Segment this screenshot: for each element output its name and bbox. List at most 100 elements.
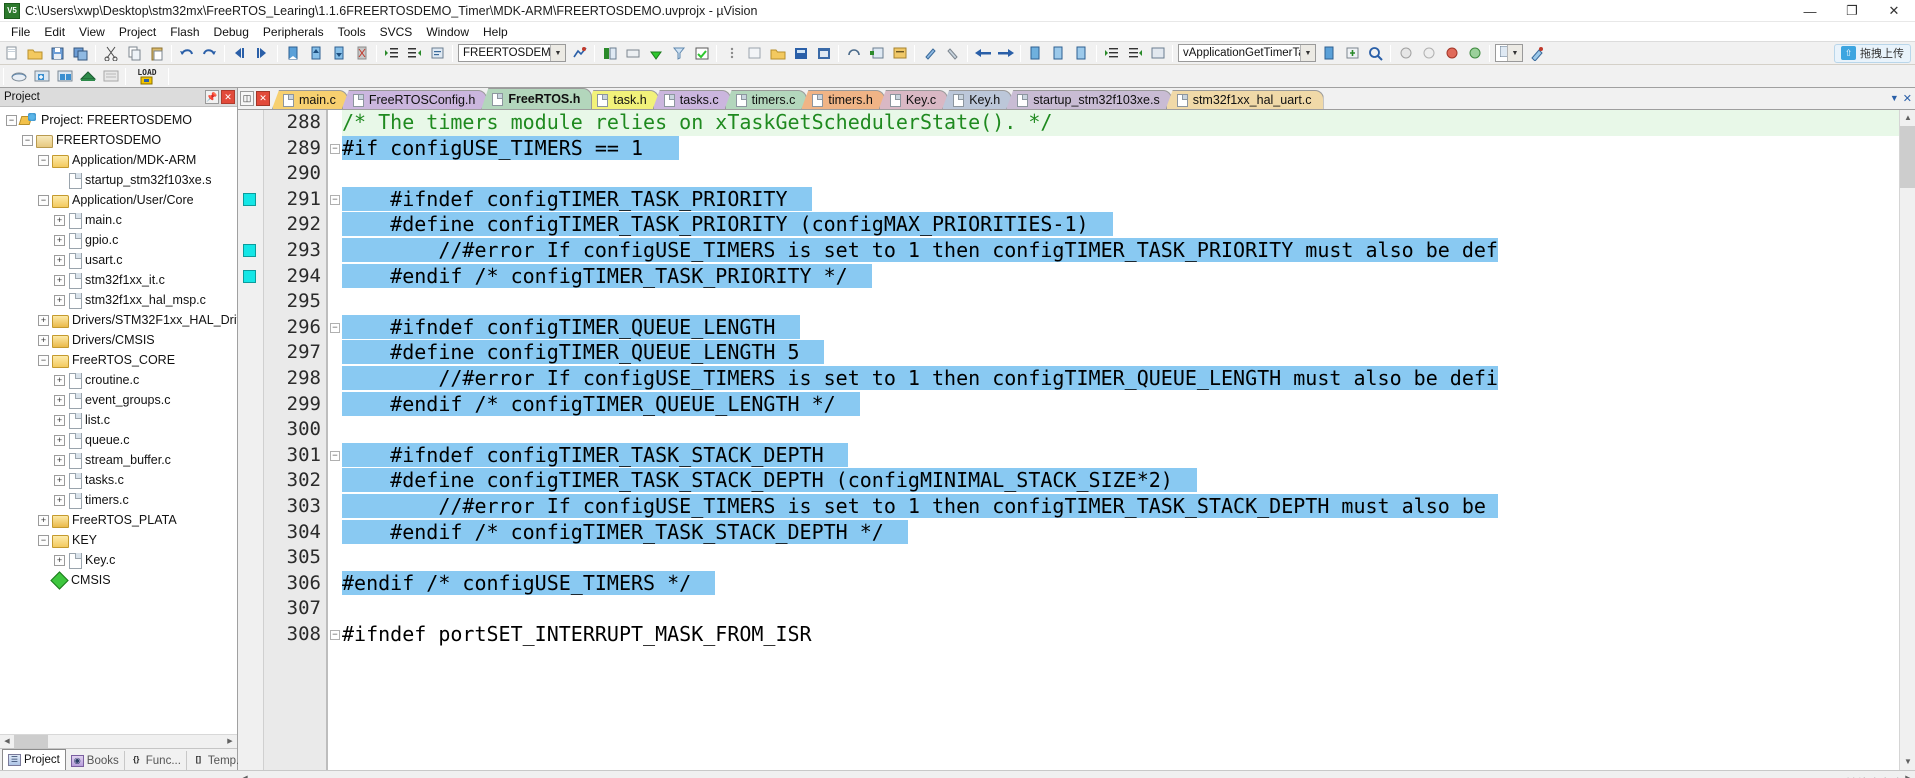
code-line[interactable]: //#error If configUSE_TIMERS is set to 1… xyxy=(342,237,1899,264)
pencil-icon[interactable] xyxy=(919,43,940,63)
indent-block-icon[interactable] xyxy=(1101,43,1122,63)
expand-toggle-icon[interactable]: + xyxy=(54,274,65,286)
tree-item[interactable]: + stream_buffer.c xyxy=(0,450,237,470)
cut-icon[interactable] xyxy=(100,43,121,63)
editor-tab-key-c[interactable]: Key.c xyxy=(878,90,949,109)
editor-tab-main-c[interactable]: main.c xyxy=(272,90,348,109)
disable-breakpoint-icon[interactable] xyxy=(1441,43,1462,63)
collapse-toggle-icon[interactable]: − xyxy=(38,354,49,366)
scroll-up-icon[interactable]: ▲ xyxy=(1900,110,1915,126)
tree-item[interactable]: − Application/User/Core xyxy=(0,190,237,210)
functions-icon[interactable] xyxy=(889,43,910,63)
tree-item[interactable]: + usart.c xyxy=(0,250,237,270)
pin-icon[interactable]: 📌 xyxy=(205,90,219,104)
code-editor[interactable]: 288 289 290 291 292 293 294 295 296 297 298 299 300 3… xyxy=(238,110,1915,770)
editor-tab-tasks-c[interactable]: tasks.c xyxy=(652,90,731,109)
fold-collapse-icon[interactable]: − xyxy=(330,630,340,640)
circle-icon[interactable] xyxy=(1418,43,1439,63)
breakpoint-marker-icon[interactable] xyxy=(243,269,256,283)
tree-item[interactable]: − FreeRTOS_CORE xyxy=(0,350,237,370)
stop-build-icon[interactable] xyxy=(77,66,98,86)
new-window-icon[interactable] xyxy=(744,43,765,63)
pack-installer-icon[interactable] xyxy=(813,43,834,63)
tree-item[interactable]: − FREERTOSDEMO xyxy=(0,130,237,150)
download-icon[interactable] xyxy=(645,43,666,63)
menu-svcs[interactable]: SVCS xyxy=(373,23,420,41)
comment-icon[interactable] xyxy=(427,43,448,63)
collapse-toggle-icon[interactable]: − xyxy=(22,134,33,146)
collapse-toggle-icon[interactable]: − xyxy=(38,534,49,546)
expand-toggle-icon[interactable]: + xyxy=(38,334,49,346)
editor-tab-timers-c[interactable]: timers.c xyxy=(724,90,808,109)
code-line[interactable]: #endif /* configTIMER_TASK_PRIORITY */ xyxy=(342,263,1899,290)
expand-toggle-icon[interactable]: + xyxy=(54,474,65,486)
split-icon[interactable]: ◫ xyxy=(240,90,254,106)
translate-icon[interactable] xyxy=(100,66,121,86)
tree-item[interactable]: + croutine.c xyxy=(0,370,237,390)
bookmark-prev-icon[interactable] xyxy=(305,43,326,63)
code-line[interactable]: #ifndef configTIMER_TASK_STACK_DEPTH xyxy=(342,442,1899,469)
code-line[interactable]: #ifndef configTIMER_QUEUE_LENGTH xyxy=(342,314,1899,341)
code-line[interactable]: #define configTIMER_TASK_PRIORITY (confi… xyxy=(342,212,1899,238)
tree-item[interactable]: + main.c xyxy=(0,210,237,230)
expand-toggle-icon[interactable]: + xyxy=(54,234,65,246)
bookmark-set-icon[interactable] xyxy=(1319,43,1340,63)
expand-toggle-icon[interactable]: + xyxy=(54,454,65,466)
configure-icon[interactable] xyxy=(1526,43,1547,63)
editor-tab-stm32f1xx_hal_uart-c[interactable]: stm32f1xx_hal_uart.c xyxy=(1165,90,1324,109)
scroll-track[interactable] xyxy=(252,771,1901,778)
menu-help[interactable]: Help xyxy=(476,23,515,41)
upload-badge[interactable]: ⇧ 拖拽上传 xyxy=(1834,43,1911,63)
fold-collapse-icon[interactable]: − xyxy=(330,322,340,333)
editor-tab-freertos-h[interactable]: FreeRTOS.h xyxy=(481,88,593,109)
code-line[interactable]: #ifndef configTIMER_TASK_PRIORITY xyxy=(342,186,1899,213)
tree-item[interactable]: + stm32f1xx_hal_msp.c xyxy=(0,290,237,310)
open-project-icon[interactable] xyxy=(767,43,788,63)
scroll-right-icon[interactable]: ▶ xyxy=(223,735,237,748)
code-line[interactable]: #if configUSE_TIMERS == 1 xyxy=(342,135,1899,162)
close-tab-icon[interactable]: ✕ xyxy=(256,90,270,106)
rebuild-all-icon[interactable] xyxy=(31,66,52,86)
close-button[interactable]: ✕ xyxy=(1873,0,1915,22)
editor-tab-key-h[interactable]: Key.h xyxy=(942,90,1013,109)
tree-item[interactable]: + stm32f1xx_it.c xyxy=(0,270,237,290)
tree-item[interactable]: + gpio.c xyxy=(0,230,237,250)
expand-toggle-icon[interactable]: + xyxy=(54,294,65,306)
collapse-toggle-icon[interactable]: − xyxy=(38,194,49,206)
navigate-back-icon[interactable] xyxy=(229,43,250,63)
project-tab-project[interactable]: ☰ Project xyxy=(2,749,66,770)
close-icon[interactable]: ✕ xyxy=(1903,92,1912,105)
paste-icon[interactable] xyxy=(146,43,167,63)
stop-icon[interactable] xyxy=(1395,43,1416,63)
expand-toggle-icon[interactable]: + xyxy=(54,374,65,386)
code-line[interactable]: #endif /* configUSE_TIMERS */ xyxy=(342,570,1899,597)
build-target-icon[interactable] xyxy=(8,66,29,86)
redo-icon[interactable] xyxy=(199,43,220,63)
editor-tab-startup_stm32f103xe-s[interactable]: startup_stm32f103xe.s xyxy=(1006,90,1172,109)
build-icon[interactable] xyxy=(599,43,620,63)
code-line[interactable]: #ifndef portSET_INTERRUPT_MASK_FROM_ISR xyxy=(342,622,1899,648)
tree-item[interactable]: + Drivers/CMSIS xyxy=(0,330,237,350)
scroll-left-icon[interactable]: ◀ xyxy=(238,771,252,778)
project-tab-func[interactable]: {} Func... xyxy=(125,751,187,770)
code-line[interactable] xyxy=(342,161,1899,187)
menu-window[interactable]: Window xyxy=(419,23,476,41)
filter-icon[interactable] xyxy=(668,43,689,63)
expand-toggle-icon[interactable]: + xyxy=(54,414,65,426)
pencil-alt-icon[interactable] xyxy=(942,43,963,63)
code-folding-gutter[interactable]: − − − − − xyxy=(328,110,342,770)
menu-edit[interactable]: Edit xyxy=(37,23,72,41)
expand-toggle-icon[interactable]: + xyxy=(54,394,65,406)
menu-tools[interactable]: Tools xyxy=(331,23,373,41)
tree-item[interactable]: + event_groups.c xyxy=(0,390,237,410)
undo-icon[interactable] xyxy=(176,43,197,63)
expand-toggle-icon[interactable]: + xyxy=(54,494,65,506)
code-line[interactable]: #define configTIMER_TASK_STACK_DEPTH (co… xyxy=(342,468,1899,494)
tree-item[interactable]: − KEY xyxy=(0,530,237,550)
indent-icon[interactable] xyxy=(381,43,402,63)
tree-item[interactable]: + queue.c xyxy=(0,430,237,450)
expand-toggle-icon[interactable]: + xyxy=(54,214,65,226)
editor-vertical-scrollbar[interactable]: ▲ ▼ xyxy=(1899,110,1915,770)
tree-item[interactable]: + FreeRTOS_PLATA xyxy=(0,510,237,530)
tree-item[interactable]: startup_stm32f103xe.s xyxy=(0,170,237,190)
